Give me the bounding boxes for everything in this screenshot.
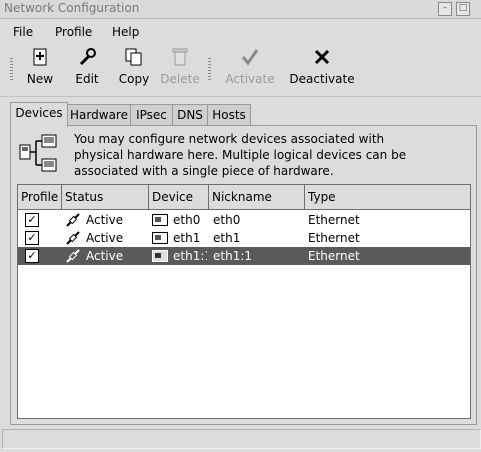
menu-profile[interactable]: Profile xyxy=(55,25,92,39)
tab-ipsec[interactable]: IPsec xyxy=(130,104,173,125)
wrench-icon xyxy=(72,46,102,72)
tab-dns[interactable]: DNS xyxy=(172,104,208,125)
plug-icon xyxy=(65,212,81,228)
info-line-2: physical hardware here. Multiple logical… xyxy=(74,148,407,162)
device-name: eth1 xyxy=(173,231,201,245)
table-row-selected[interactable]: ✓ Active eth1:1 eth1:1 Ethernet xyxy=(18,247,470,265)
copy-button[interactable]: Copy xyxy=(116,46,152,86)
copy-icon xyxy=(116,46,152,72)
edit-label: Edit xyxy=(75,72,99,86)
maximize-button[interactable]: □ xyxy=(456,2,470,16)
network-card-icon xyxy=(152,250,168,262)
table-row[interactable]: ✓ Active eth1 eth1 Ethernet xyxy=(18,229,470,247)
activate-label: Activate xyxy=(225,72,275,86)
profile-checkbox[interactable]: ✓ xyxy=(25,249,39,263)
new-button[interactable]: New xyxy=(25,46,55,86)
new-icon xyxy=(25,46,55,72)
checkmark-icon xyxy=(222,46,278,72)
column-header-device[interactable]: Device xyxy=(149,185,209,209)
activate-button[interactable]: Activate xyxy=(222,46,278,86)
toolbar-grip[interactable] xyxy=(10,58,13,80)
profile-checkbox[interactable]: ✓ xyxy=(25,213,39,227)
info-line-3: associated with a single piece of hardwa… xyxy=(74,164,334,178)
menu-help[interactable]: Help xyxy=(112,25,139,39)
deactivate-label: Deactivate xyxy=(289,72,355,86)
device-type: Ethernet xyxy=(308,231,360,245)
x-icon xyxy=(289,46,355,72)
device-list[interactable]: Profile Status Device Nickname Type ✓ Ac… xyxy=(17,184,471,419)
deactivate-button[interactable]: Deactivate xyxy=(289,46,355,86)
device-type: Ethernet xyxy=(308,213,360,227)
status-text: Active xyxy=(86,249,124,263)
status-text: Active xyxy=(86,231,124,245)
nickname: eth0 xyxy=(213,213,241,227)
edit-button[interactable]: Edit xyxy=(72,46,102,86)
info-text: You may configure network devices associ… xyxy=(74,131,464,179)
copy-label: Copy xyxy=(118,72,150,86)
title-bar: Network Configuration – □ xyxy=(0,0,481,19)
trash-icon xyxy=(160,46,200,72)
plug-icon xyxy=(65,248,81,264)
new-label: New xyxy=(26,72,54,86)
delete-label: Delete xyxy=(160,72,200,86)
info-line-1: You may configure network devices associ… xyxy=(74,132,385,146)
menu-bar: File Profile Help xyxy=(0,19,481,43)
table-row[interactable]: ✓ Active eth0 eth0 Ethernet xyxy=(18,211,470,229)
status-text: Active xyxy=(86,213,124,227)
network-card-icon xyxy=(152,232,168,244)
tab-hardware[interactable]: Hardware xyxy=(67,104,131,125)
nickname: eth1:1 xyxy=(213,249,253,263)
column-header-profile[interactable]: Profile xyxy=(18,185,62,209)
device-name: eth1:1 xyxy=(173,249,207,263)
devices-panel: You may configure network devices associ… xyxy=(10,125,477,425)
tab-devices[interactable]: Devices xyxy=(10,102,68,127)
toolbar: New Edit Copy Delete Activate Deactivate xyxy=(0,44,481,97)
network-card-icon xyxy=(152,214,168,226)
device-name: eth0 xyxy=(173,213,201,227)
profile-checkbox[interactable]: ✓ xyxy=(25,231,39,245)
plug-icon xyxy=(65,230,81,246)
column-header-status[interactable]: Status xyxy=(62,185,149,209)
window-title: Network Configuration xyxy=(4,1,140,15)
device-type: Ethernet xyxy=(308,249,360,263)
network-devices-icon xyxy=(18,133,58,173)
menu-file[interactable]: File xyxy=(13,25,33,39)
column-header-nickname[interactable]: Nickname xyxy=(209,185,305,209)
status-bar xyxy=(2,429,481,449)
nickname: eth1 xyxy=(213,231,241,245)
list-header: Profile Status Device Nickname Type xyxy=(18,185,470,210)
toolbar-separator xyxy=(208,58,211,80)
tab-hosts[interactable]: Hosts xyxy=(207,104,251,125)
column-header-type[interactable]: Type xyxy=(305,185,470,209)
minimize-button[interactable]: – xyxy=(438,2,452,16)
delete-button[interactable]: Delete xyxy=(160,46,200,86)
